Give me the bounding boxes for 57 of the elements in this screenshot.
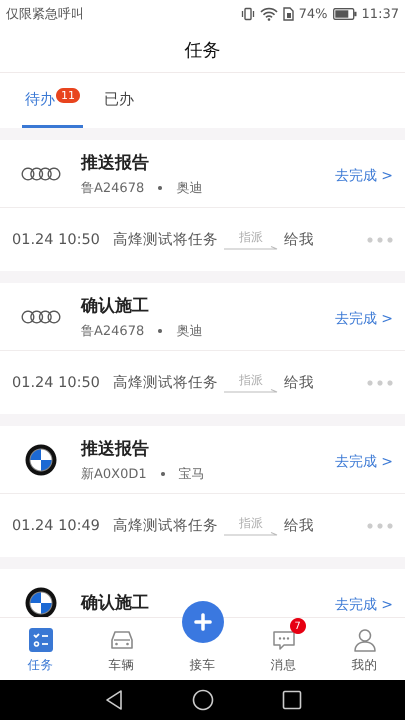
- sim-card-icon: [282, 7, 294, 21]
- wifi-icon: [260, 7, 278, 21]
- car-brand: 奥迪: [176, 322, 202, 340]
- vibrate-icon: [240, 7, 255, 21]
- add-button[interactable]: [180, 600, 224, 644]
- rings-logo-icon: [21, 166, 61, 180]
- task-time: 01.24 10:50: [12, 374, 100, 390]
- task-title: 推送报告: [81, 438, 150, 460]
- task-title: 确认施工: [81, 294, 150, 316]
- task-title: 推送报告: [81, 152, 150, 174]
- assign-label: 指派: [238, 228, 263, 246]
- tab[interactable]: 已办: [101, 73, 137, 128]
- assignee-text: 给我: [284, 517, 314, 535]
- chat-bubble-icon: [272, 630, 296, 652]
- rings-logo-icon: [21, 310, 61, 324]
- assignee-text: 给我: [284, 374, 314, 392]
- complete-link[interactable]: 去完成 >: [334, 596, 393, 614]
- complete-link[interactable]: 去完成 >: [334, 452, 393, 470]
- carrier-text: 仅限紧急呼叫: [6, 6, 84, 23]
- count-badge: 11: [56, 88, 80, 102]
- checklist-icon: [28, 628, 52, 652]
- car-brand: 奥迪: [176, 180, 202, 196]
- home-icon[interactable]: [192, 689, 214, 711]
- complete-link[interactable]: 去完成 >: [334, 310, 393, 328]
- car-icon: [108, 628, 134, 652]
- clock-time: 11:37: [362, 6, 399, 22]
- task-time: 01.24 10:50: [12, 232, 100, 248]
- assign-label: 指派: [238, 372, 263, 388]
- roundel-logo-icon: [25, 444, 57, 476]
- task-title: 确认施工: [81, 592, 150, 614]
- separator-dot: [158, 328, 162, 332]
- tab[interactable]: 待办 11: [22, 73, 83, 128]
- recents-icon[interactable]: [282, 690, 302, 710]
- nav-tab[interactable]: 车辆: [81, 618, 162, 680]
- separator-dot: [158, 186, 162, 190]
- nav-tab[interactable]: 任务: [0, 618, 81, 680]
- battery-percent: 74%: [298, 6, 328, 22]
- car-brand: 宝马: [178, 466, 205, 482]
- separator-dot: [160, 472, 165, 476]
- assignee-text: 给我: [284, 231, 314, 249]
- assign-label: 指派: [238, 514, 263, 532]
- count-badge: 7: [290, 618, 306, 634]
- task-time: 01.24 10:49: [12, 518, 100, 534]
- assigner-text: 高烽测试将任务: [112, 374, 218, 392]
- plate-number: 鲁A24678: [81, 180, 144, 196]
- complete-link[interactable]: 去完成 >: [334, 166, 393, 184]
- assigner-text: 高烽测试将任务: [112, 516, 218, 535]
- back-icon[interactable]: [104, 689, 124, 711]
- battery-icon: [332, 8, 357, 20]
- nav-tab[interactable]: 7 消息: [243, 618, 324, 680]
- plate-number: 新A0X0D1: [81, 466, 147, 482]
- page-title: 任务: [184, 39, 220, 62]
- nav-label: 接车: [190, 657, 216, 674]
- person-icon: [352, 628, 376, 652]
- nav-tab[interactable]: 我的: [324, 618, 405, 680]
- plate-number: 鲁A24678: [81, 322, 144, 340]
- assigner-text: 高烽测试将任务: [112, 230, 218, 249]
